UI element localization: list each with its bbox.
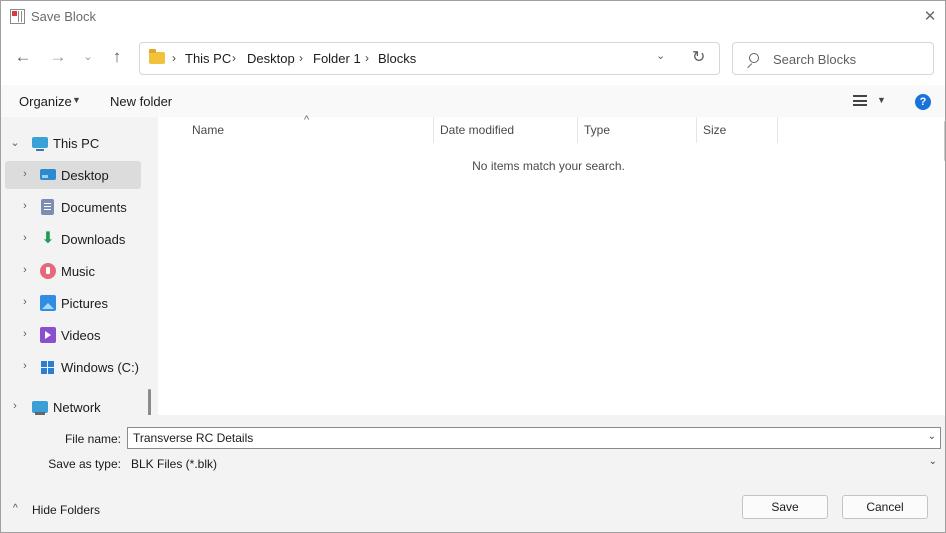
chevron-right-icon[interactable]: › (19, 232, 31, 244)
sidebar-item-pictures[interactable]: › Pictures (5, 289, 141, 317)
search-input[interactable] (773, 50, 923, 68)
drive-icon (40, 359, 56, 375)
sidebar-item-label: Network (53, 400, 101, 415)
documents-icon (41, 199, 54, 215)
refresh-icon[interactable]: ↻ (692, 47, 705, 67)
sidebar-item-windows-c[interactable]: › Windows (C:) (5, 353, 141, 381)
address-bar[interactable]: › This PC › Desktop › Folder 1 › Blocks … (139, 42, 720, 75)
this-pc-icon (32, 137, 48, 151)
up-button[interactable]: ↑ (105, 45, 129, 69)
organize-button[interactable]: Organize (19, 94, 72, 109)
cancel-button[interactable]: Cancel (842, 495, 928, 519)
new-folder-button[interactable]: New folder (110, 94, 172, 109)
sidebar-item-downloads[interactable]: › ⬇ Downloads (5, 225, 141, 253)
breadcrumb-separator: › (172, 51, 176, 65)
breadcrumb-this-pc[interactable]: This PC (185, 51, 231, 66)
column-header-date-modified[interactable]: Date modified (434, 117, 578, 143)
app-icon (10, 9, 25, 24)
breadcrumb-desktop[interactable]: Desktop (247, 51, 295, 66)
breadcrumb-separator: › (365, 51, 369, 65)
help-icon[interactable]: ? (915, 94, 931, 110)
organize-caret-icon: ▼ (72, 95, 81, 105)
sidebar-item-this-pc[interactable]: ⌄ This PC (5, 129, 141, 157)
chevron-down-icon[interactable]: ⌄ (928, 431, 936, 442)
save-as-type-label: Save as type: (48, 457, 121, 471)
desktop-icon (40, 169, 56, 180)
sidebar-item-label: Documents (61, 200, 127, 215)
chevron-up-icon: ^ (13, 503, 18, 514)
file-name-input[interactable] (133, 430, 913, 446)
column-header-type[interactable]: Type (578, 117, 697, 143)
recent-locations-button[interactable]: ⌄ (76, 45, 100, 69)
save-form: File name: ⌄ Save as type: BLK Files (*.… (1, 415, 945, 532)
column-header-name[interactable]: Name (186, 117, 434, 143)
pictures-icon (40, 295, 56, 311)
sidebar-item-label: Videos (61, 328, 101, 343)
sidebar-item-label: Desktop (61, 168, 109, 183)
network-icon (32, 401, 48, 415)
chevron-right-icon[interactable]: › (19, 328, 31, 340)
breadcrumb-separator: › (299, 51, 303, 65)
chevron-right-icon[interactable]: › (19, 360, 31, 372)
sidebar-item-label: This PC (53, 136, 100, 151)
navigation-bar: ← → ⌄ ↑ › This PC › Desktop › Folder 1 ›… (1, 33, 945, 85)
navigation-pane: ⌄ This PC › Desktop › Documents › ⬇ Down… (1, 117, 158, 511)
downloads-icon: ⬇ (41, 230, 55, 247)
breadcrumb-blocks[interactable]: Blocks (378, 51, 416, 66)
save-as-type-value: BLK Files (*.blk) (131, 457, 218, 471)
close-button[interactable]: ✕ (913, 1, 945, 33)
chevron-right-icon[interactable]: › (9, 400, 21, 412)
save-as-type-select[interactable]: BLK Files (*.blk) ⌄ (127, 453, 941, 475)
chevron-right-icon[interactable]: › (19, 200, 31, 212)
file-list: ^ Name Date modified Type Size No items … (158, 114, 945, 415)
title-bar: Save Block ✕ (1, 1, 945, 33)
empty-message: No items match your search. (472, 159, 625, 173)
hide-folders-label: Hide Folders (32, 503, 101, 517)
sidebar-item-desktop[interactable]: › Desktop (5, 161, 141, 189)
file-name-label: File name: (64, 432, 121, 446)
search-icon (745, 50, 759, 68)
save-block-dialog: Save Block ✕ ← → ⌄ ↑ › This PC › Desktop… (0, 0, 946, 533)
breadcrumb-separator: › (232, 51, 236, 65)
chevron-right-icon[interactable]: › (19, 296, 31, 308)
sidebar-item-label: Music (61, 264, 95, 279)
sidebar-item-label: Pictures (61, 296, 108, 311)
sidebar-item-music[interactable]: › Music (5, 257, 141, 285)
sidebar-item-label: Windows (C:) (61, 360, 140, 375)
breadcrumb-folder-1[interactable]: Folder 1 (313, 51, 361, 66)
chevron-right-icon[interactable]: › (19, 264, 31, 276)
videos-icon (40, 327, 56, 343)
folder-icon (149, 49, 165, 64)
sidebar-item-documents[interactable]: › Documents (5, 193, 141, 221)
column-header-size[interactable]: Size (697, 117, 778, 143)
chevron-right-icon[interactable]: › (19, 168, 31, 180)
command-bar: Organize ▼ New folder ▼ ? (1, 85, 945, 117)
sidebar-item-label: Downloads (61, 232, 126, 247)
forward-button[interactable]: → (46, 45, 70, 69)
view-options-icon[interactable] (853, 95, 867, 106)
address-dropdown-icon[interactable]: ⌄ (656, 49, 665, 62)
chevron-down-icon[interactable]: ⌄ (9, 136, 21, 149)
search-box[interactable] (732, 42, 934, 75)
back-button[interactable]: ← (11, 45, 35, 69)
dialog-title: Save Block (31, 9, 97, 24)
music-icon (40, 263, 56, 279)
chevron-down-icon[interactable]: ⌄ (929, 456, 937, 467)
file-name-field[interactable]: ⌄ (127, 427, 941, 449)
view-caret-icon[interactable]: ▼ (877, 95, 886, 105)
save-button[interactable]: Save (742, 495, 828, 519)
sidebar-item-videos[interactable]: › Videos (5, 321, 141, 349)
